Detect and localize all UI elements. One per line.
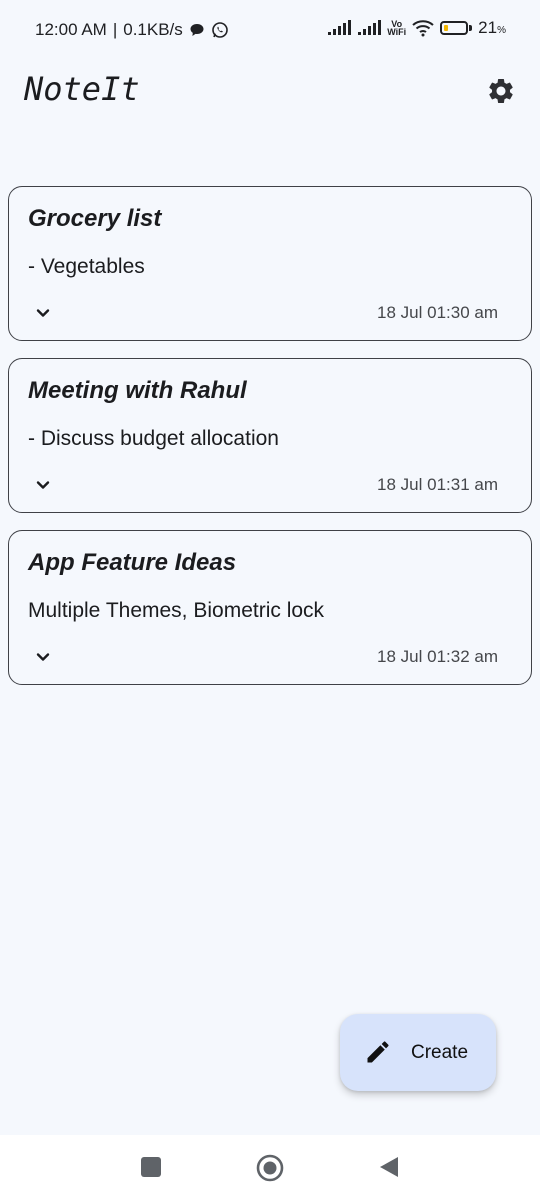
vowifi-indicator: Vo WiFi <box>387 20 407 37</box>
chevron-down-icon[interactable] <box>31 473 55 497</box>
note-card[interactable]: App Feature Ideas Multiple Themes, Biome… <box>8 530 532 685</box>
create-label: Create <box>411 1042 469 1063</box>
back-button[interactable] <box>378 1155 400 1179</box>
chat-bubble-icon <box>190 24 204 36</box>
note-title: Grocery list <box>28 205 162 232</box>
battery-icon <box>440 21 473 35</box>
note-body: - Vegetables <box>28 255 145 278</box>
app-title: NoteIt <box>24 70 140 108</box>
pencil-icon <box>367 1041 389 1063</box>
system-nav-bar <box>0 1135 540 1200</box>
status-separator: | <box>112 20 118 39</box>
battery-fill <box>444 25 449 31</box>
note-body: Multiple Themes, Biometric lock <box>28 599 325 622</box>
note-title: Meeting with Rahul <box>28 377 247 404</box>
note-timestamp: 18 Jul 01:30 am <box>377 303 498 322</box>
chevron-down-icon[interactable] <box>31 645 55 669</box>
wifi-icon <box>412 20 434 37</box>
note-timestamp: 18 Jul 01:32 am <box>377 647 498 666</box>
network-speed: 0.1KB/s <box>123 20 183 39</box>
status-left: 12:00 AM | 0.1KB/s <box>35 20 229 40</box>
chevron-down-icon[interactable] <box>31 301 55 325</box>
battery-percent: 21% <box>478 18 506 37</box>
signal-icon <box>328 20 352 35</box>
status-bar: 12:00 AM | 0.1KB/s Vo WiFi 21% <box>0 0 540 60</box>
recents-button[interactable] <box>141 1157 161 1177</box>
note-title: App Feature Ideas <box>28 549 237 576</box>
note-card[interactable]: Meeting with Rahul - Discuss budget allo… <box>8 358 532 513</box>
status-right: Vo WiFi 21% <box>327 18 506 38</box>
clock: 12:00 AM <box>35 20 107 39</box>
vowifi-bottom: WiFi <box>387 27 407 37</box>
gear-icon <box>489 79 513 103</box>
note-timestamp: 18 Jul 01:31 am <box>377 475 498 494</box>
note-body: - Discuss budget allocation <box>28 427 279 450</box>
create-note-button[interactable]: Create <box>340 1014 496 1091</box>
note-card[interactable]: Grocery list - Vegetables 18 Jul 01:30 a… <box>8 186 532 341</box>
settings-button[interactable] <box>484 74 518 108</box>
whatsapp-icon <box>211 22 228 38</box>
signal-icon-2 <box>358 20 382 35</box>
home-button[interactable] <box>256 1154 284 1182</box>
